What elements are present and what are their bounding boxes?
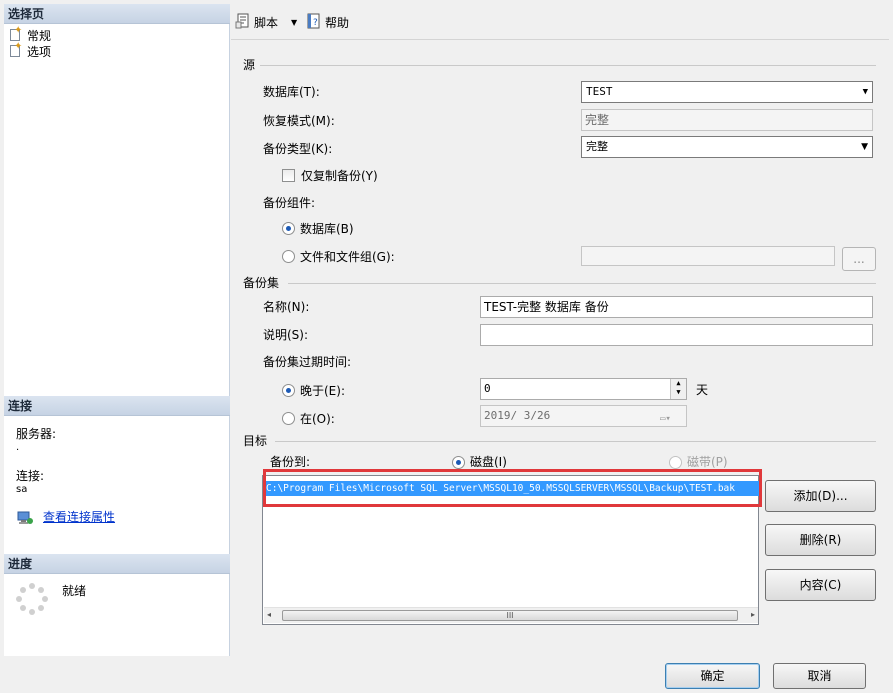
connection-properties-icon	[16, 510, 34, 526]
server-value: .	[16, 442, 20, 453]
backup-type-label: 备份类型(K):	[263, 142, 333, 156]
expire-date-value: 2019/ 3/26	[484, 409, 551, 422]
expire-label: 备份集过期时间:	[263, 355, 352, 369]
script-button[interactable]: 脚本 ▼	[235, 12, 297, 32]
nav-item-label: 选项	[27, 44, 52, 59]
files-browse-button[interactable]: ...	[842, 247, 876, 271]
calendar-icon: ▭▾	[660, 414, 671, 424]
backup-to-label: 备份到:	[270, 455, 311, 469]
cancel-button[interactable]: 取消	[773, 663, 866, 689]
database-select-value: TEST	[586, 85, 613, 98]
scroll-left-icon[interactable]: ◂	[267, 610, 271, 619]
destination-highlight-box	[263, 469, 762, 507]
copy-only-label: 仅复制备份(Y)	[301, 169, 378, 183]
destination-section-title: 目标	[243, 434, 268, 448]
component-database-radio[interactable]	[282, 222, 295, 235]
left-pane: 选择页 ✦ 常规 ✦ 选项 连接 服务器: . 连接: sa 查看连接属性 进度…	[4, 4, 230, 656]
description-label: 说明(S):	[263, 328, 309, 342]
backup-type-select[interactable]: 完整 ▼	[581, 136, 873, 158]
progress-spinner-icon	[16, 583, 48, 615]
dialog-footer: 确定 取消	[0, 658, 893, 693]
media-tape-label: 磁带(P)	[687, 455, 728, 469]
svg-text:?: ?	[313, 18, 318, 28]
nav-item-options[interactable]: ✦ 选项	[8, 42, 52, 59]
chevron-down-icon: ▼	[862, 87, 868, 97]
expire-date-picker: 2019/ 3/26 ▭▾	[480, 405, 687, 427]
help-label: 帮助	[325, 15, 350, 30]
chevron-down-icon: ▼	[861, 142, 868, 152]
add-destination-button[interactable]: 添加(D)...	[765, 480, 876, 512]
name-label: 名称(N):	[263, 300, 310, 314]
stepper-icon[interactable]: ▲ ▼	[670, 379, 686, 399]
help-icon: ?	[306, 13, 322, 32]
horizontal-scrollbar[interactable]: ◂ III ▸	[264, 607, 758, 623]
media-tape-radio[interactable]	[669, 456, 682, 469]
component-files-radio[interactable]	[282, 250, 295, 263]
database-label: 数据库(T):	[263, 85, 320, 99]
backup-name-input[interactable]: TEST-完整 数据库 备份	[480, 296, 873, 318]
backup-set-section-title: 备份集	[243, 276, 280, 290]
destination-divider	[275, 441, 876, 442]
recovery-model-field: 完整	[581, 109, 873, 131]
component-files-label: 文件和文件组(G):	[300, 250, 395, 264]
chevron-down-icon: ▼	[291, 17, 298, 27]
server-label: 服务器:	[16, 427, 57, 441]
media-disk-radio[interactable]	[452, 456, 465, 469]
remove-destination-button[interactable]: 删除(R)	[765, 524, 876, 556]
page-settings-icon: ✦	[8, 42, 23, 58]
page-settings-icon: ✦	[8, 26, 23, 42]
expire-on-label: 在(O):	[300, 412, 335, 426]
expire-after-radio[interactable]	[282, 384, 295, 397]
source-divider	[260, 65, 876, 66]
expire-days-value: 0	[484, 382, 491, 395]
select-page-header: 选择页	[4, 4, 230, 24]
nav-item-label: 常规	[27, 28, 52, 43]
contents-button[interactable]: 内容(C)	[765, 569, 876, 601]
connection-label: 连接:	[16, 469, 45, 483]
expire-days-unit: 天	[696, 383, 709, 397]
backup-description-input[interactable]	[480, 324, 873, 346]
component-database-label: 数据库(B)	[300, 222, 354, 236]
script-label: 脚本	[254, 15, 279, 30]
files-field	[581, 246, 835, 266]
script-icon	[235, 13, 251, 32]
toolbar: 脚本 ▼ ? 帮助	[231, 4, 889, 40]
expire-after-label: 晚于(E):	[300, 384, 345, 398]
progress-header: 进度	[4, 554, 230, 574]
expire-days-input[interactable]: 0 ▲ ▼	[480, 378, 687, 400]
backup-set-divider	[288, 283, 876, 284]
backup-component-label: 备份组件:	[263, 196, 316, 210]
copy-only-checkbox[interactable]	[282, 169, 295, 182]
recovery-model-label: 恢复模式(M):	[263, 114, 335, 128]
view-connection-properties-link[interactable]: 查看连接属性	[43, 510, 115, 524]
expire-on-radio[interactable]	[282, 412, 295, 425]
progress-status: 就绪	[62, 584, 87, 598]
connection-header: 连接	[4, 396, 230, 416]
scrollbar-thumb[interactable]: III	[282, 610, 738, 621]
ok-button[interactable]: 确定	[665, 663, 760, 689]
connection-value: sa	[16, 484, 28, 495]
source-section-title: 源	[243, 58, 256, 72]
backup-type-select-value: 完整	[586, 140, 608, 153]
help-button[interactable]: ? 帮助	[306, 12, 349, 32]
database-select[interactable]: TEST ▼	[581, 81, 873, 103]
scroll-right-icon[interactable]: ▸	[751, 610, 755, 619]
media-disk-label: 磁盘(I)	[470, 455, 507, 469]
